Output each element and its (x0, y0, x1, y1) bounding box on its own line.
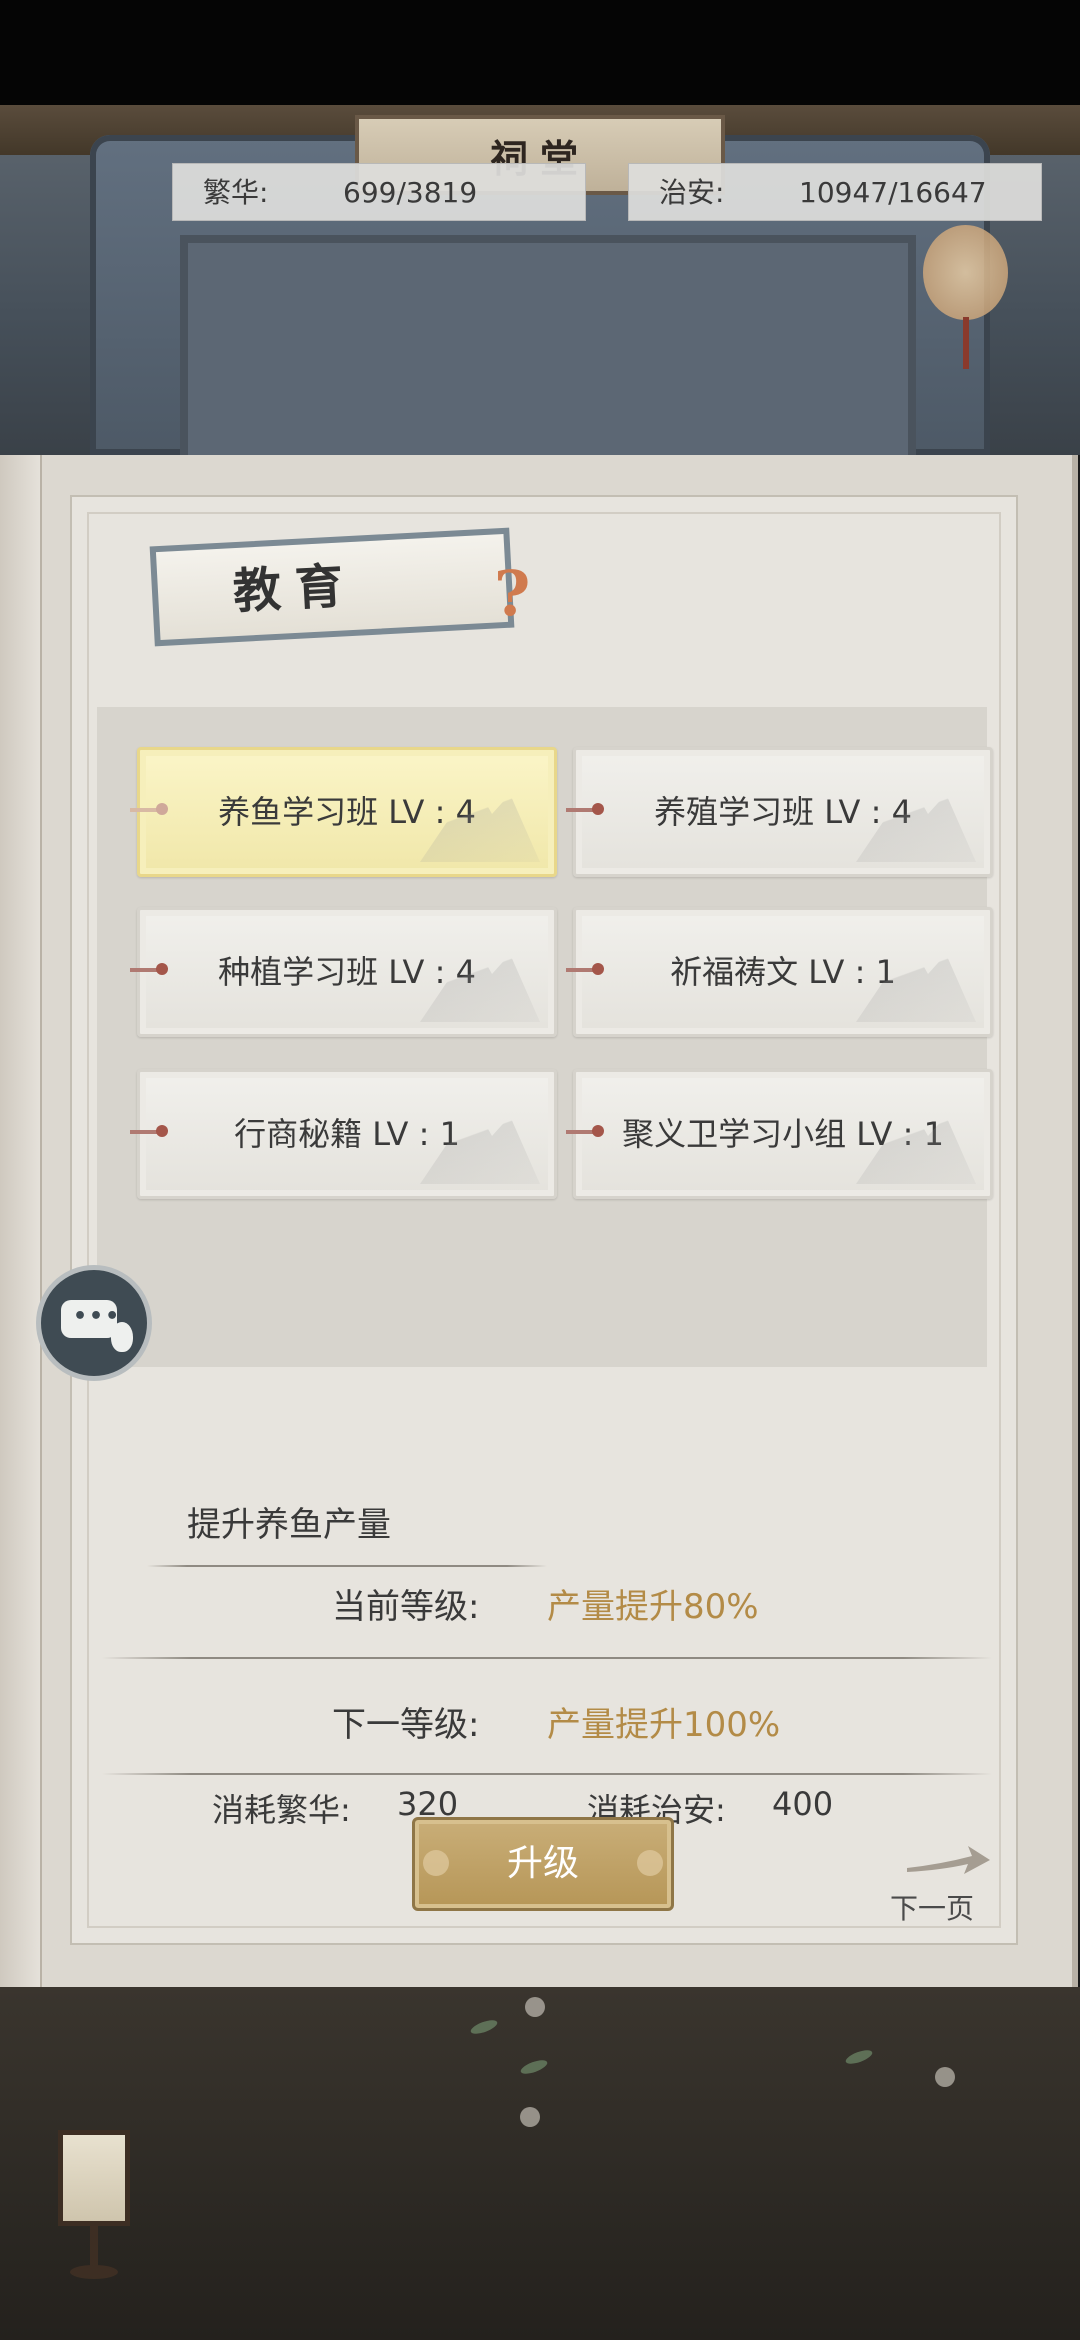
education-book-panel: 教育 ? 养鱼学习班 LV : 4 养殖学习班 LV : 4 种植学习班 LV … (0, 455, 1078, 1987)
gourd-icon (111, 1322, 133, 1352)
flower-icon (423, 1850, 449, 1876)
divider (102, 1657, 992, 1659)
current-level-value: 产量提升80% (547, 1587, 759, 1627)
next-arrow-icon[interactable] (902, 1842, 992, 1882)
next-level-label: 下一等级: (332, 1705, 480, 1745)
book-page: 教育 ? 养鱼学习班 LV : 4 养殖学习班 LV : 4 种植学习班 LV … (70, 495, 1018, 1945)
pin-icon (130, 803, 168, 815)
lamp-icon[interactable] (58, 2130, 130, 2226)
help-icon[interactable]: ? (494, 557, 530, 630)
pin-icon (130, 963, 168, 975)
course-label: 行商秘籍 LV : 1 (234, 1115, 460, 1153)
course-label: 种植学习班 LV : 4 (218, 953, 476, 991)
floor-background (0, 1987, 1080, 2340)
petal-decoration (525, 1997, 545, 2017)
flower-icon (637, 1850, 663, 1876)
shrine-background: 祠堂 (0, 105, 1080, 463)
next-page-link[interactable]: 下一页 (890, 1887, 974, 1927)
chat-button[interactable]: ••• (36, 1265, 152, 1381)
book-spine (0, 455, 42, 1987)
course-card-prayer[interactable]: 祈福祷文 LV : 1 (566, 907, 993, 1037)
course-card-trade[interactable]: 行商秘籍 LV : 1 (130, 1069, 557, 1199)
security-stat: 治安: 10947/16647 (628, 163, 1042, 221)
pin-icon (130, 1125, 168, 1137)
course-label: 养鱼学习班 LV : 4 (218, 793, 476, 831)
pin-icon (566, 803, 604, 815)
course-label: 祈福祷文 LV : 1 (670, 953, 896, 991)
lamp-base (70, 2265, 118, 2279)
course-card-guard-study[interactable]: 聚义卫学习小组 LV : 1 (566, 1069, 993, 1199)
security-value: 10947/16647 (799, 176, 987, 209)
course-card-planting[interactable]: 种植学习班 LV : 4 (130, 907, 557, 1037)
leaf-decoration (469, 2017, 499, 2037)
upgrade-button[interactable]: 升级 (412, 1817, 674, 1911)
lantern-icon (923, 225, 1008, 320)
petal-decoration (935, 2067, 955, 2087)
pin-icon (566, 1125, 604, 1137)
course-grid: 养鱼学习班 LV : 4 养殖学习班 LV : 4 种植学习班 LV : 4 祈… (97, 707, 993, 1367)
cost-security-value: 400 (772, 1785, 834, 1823)
divider (102, 1773, 992, 1775)
status-bar (0, 0, 1080, 105)
lamp-post (90, 2226, 98, 2270)
course-card-livestock[interactable]: 养殖学习班 LV : 4 (566, 747, 993, 877)
lantern-tassel (963, 317, 969, 369)
leaf-decoration (844, 2047, 874, 2067)
prosperity-label: 繁华: (203, 176, 269, 209)
pin-icon (566, 963, 604, 975)
security-label: 治安: (659, 176, 725, 209)
next-level-value: 产量提升100% (547, 1705, 781, 1745)
upgrade-button-label: 升级 (506, 1843, 579, 1884)
course-label: 养殖学习班 LV : 4 (654, 793, 912, 831)
current-level-label: 当前等级: (332, 1587, 480, 1627)
prosperity-value: 699/3819 (343, 176, 478, 209)
shrine-door-inner (180, 235, 916, 463)
petal-decoration (520, 2107, 540, 2127)
divider (147, 1565, 547, 1567)
cost-prosperity-label: 消耗繁华: (212, 1791, 351, 1829)
course-card-fish-farming[interactable]: 养鱼学习班 LV : 4 (130, 747, 557, 877)
prosperity-stat: 繁华: 699/3819 (172, 163, 586, 221)
panel-title: 教育 (149, 527, 515, 647)
leaf-decoration (519, 2057, 549, 2077)
course-description: 提升养鱼产量 (187, 1505, 391, 1545)
